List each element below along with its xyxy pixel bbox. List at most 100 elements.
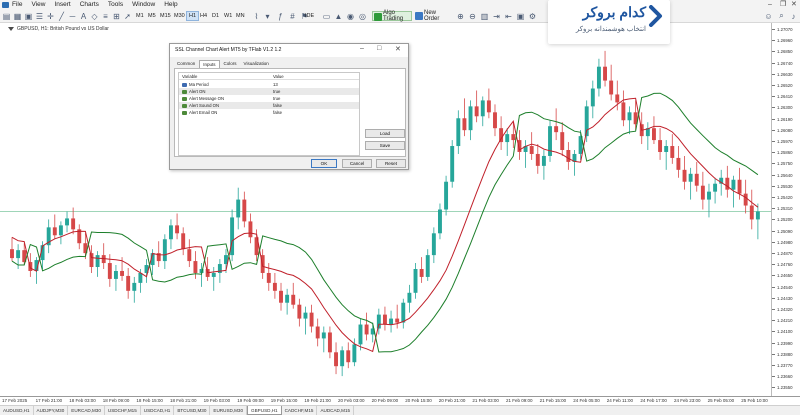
param-value[interactable]: false <box>273 102 282 109</box>
time-axis[interactable]: 17 Feb 2025 17 Feb 21:00 18 Feb 03:00 18 Fe… <box>0 396 800 405</box>
symbol-tab[interactable]: CADCHF,M15 <box>282 406 318 415</box>
strategy-tester-icon[interactable]: ▲ <box>334 11 343 21</box>
reset-button[interactable]: Reset <box>376 159 406 168</box>
properties-icon[interactable]: ⚙ <box>528 11 537 21</box>
cancel-button[interactable]: Cancel <box>342 159 372 168</box>
dialog-minimize-icon[interactable]: – <box>360 45 364 52</box>
text-tool-icon[interactable]: A <box>79 11 88 21</box>
param-row-alert-message[interactable]: Alert Message ON true <box>179 95 359 102</box>
menu-view[interactable]: View <box>31 0 45 9</box>
navigator-icon[interactable]: ☰ <box>35 11 44 21</box>
candle-body <box>419 269 424 277</box>
menu-help[interactable]: Help <box>164 0 177 9</box>
shapes-icon[interactable]: ◇ <box>90 11 99 21</box>
symbol-tab[interactable]: USDCHF,M15 <box>105 406 141 415</box>
new-chart-icon[interactable]: ▤ <box>2 11 11 21</box>
menu-window[interactable]: Window <box>132 0 155 9</box>
candle-body <box>113 270 118 279</box>
timeframe-m1[interactable]: M1 <box>134 11 146 21</box>
market-watch-icon[interactable]: ▣ <box>24 11 33 21</box>
menu-charts[interactable]: Charts <box>80 0 99 9</box>
tab-colors[interactable]: Colors <box>221 60 240 68</box>
param-value[interactable]: 13 <box>273 81 278 88</box>
inputs-panel: Variable Value Ma Period 13 Alert ON tru… <box>174 68 406 157</box>
timeframe-h4[interactable]: H4 <box>198 11 209 21</box>
candle-body <box>511 134 516 141</box>
symbol-tab[interactable]: AUDCAD,M15 <box>317 406 355 415</box>
templates-icon[interactable]: ▾ <box>263 11 272 21</box>
param-value[interactable]: true <box>273 95 280 102</box>
candle-body <box>126 275 131 291</box>
symbol-tab[interactable]: GBPUSD,H1 <box>247 406 282 415</box>
data-window-icon[interactable]: ◎ <box>358 11 367 21</box>
param-row-alert-sound[interactable]: Alert Sound ON false <box>179 102 359 109</box>
param-value[interactable]: false <box>273 109 282 116</box>
trendline-icon[interactable]: ╱ <box>57 11 66 21</box>
price-tick-label: 1.25860 <box>772 150 793 156</box>
price-axis[interactable]: 1.27070 1.26960 1.26850 1.26740 1.26630 1.265… <box>772 23 800 396</box>
indicators-icon[interactable]: ƒ <box>276 11 285 21</box>
ide-button[interactable]: IDE <box>303 11 316 21</box>
algo-trading-button[interactable]: Algo Trading <box>372 10 412 22</box>
param-row-alert-on[interactable]: Alert ON true <box>179 88 359 95</box>
algo-trading-label: Algo Trading <box>383 10 404 22</box>
timeframe-d1[interactable]: D1 <box>210 11 221 21</box>
broker-ad-banner[interactable]: کدام بروکر انتخاب هوشمندانه بروکر <box>548 0 670 44</box>
symbol-tab[interactable]: EURCAD,M30 <box>68 406 105 415</box>
crosshair-icon[interactable]: ✛ <box>46 11 55 21</box>
zoom-out-icon[interactable]: ⊖ <box>468 11 477 21</box>
menu-insert[interactable]: Insert <box>54 0 70 9</box>
menu-file[interactable]: File <box>12 0 22 9</box>
minimize-icon[interactable]: – <box>768 0 772 9</box>
symbol-tab[interactable]: AUDJPY,M30 <box>34 406 69 415</box>
symbol-tab[interactable]: EURUSD,M30 <box>210 406 248 415</box>
param-row-ma-period[interactable]: Ma Period 13 <box>179 81 359 88</box>
autoscroll-icon[interactable]: ⇥ <box>492 11 501 21</box>
dialog-titlebar[interactable]: SSL Channel Chart Alert MT5 by TFlab V1.… <box>170 44 408 57</box>
timeframe-m15[interactable]: M15 <box>158 11 173 21</box>
restore-icon[interactable]: ❐ <box>780 0 786 9</box>
objects-icon[interactable]: ⊞ <box>112 11 121 21</box>
dialog-maximize-icon[interactable]: □ <box>377 45 381 52</box>
timeframe-mn[interactable]: MN <box>234 11 247 21</box>
save-button[interactable]: Save <box>365 141 405 150</box>
symbol-tab[interactable]: USDCAD,H1 <box>141 406 175 415</box>
ok-button[interactable]: OK <box>311 159 337 168</box>
menu-tools[interactable]: Tools <box>108 0 123 9</box>
candle-body <box>364 324 369 335</box>
symbol-tab[interactable]: AUDUSD,H1 <box>0 406 34 415</box>
timeframe-w1[interactable]: W1 <box>222 11 234 21</box>
dialog-close-icon[interactable]: ✕ <box>395 45 401 53</box>
terminal-icon[interactable]: ▭ <box>322 11 331 21</box>
screenshot-icon[interactable]: ▣ <box>516 11 525 21</box>
candle-body <box>285 294 290 303</box>
profiles-icon[interactable]: ▦ <box>13 11 22 21</box>
price-tick-label: 1.24100 <box>772 329 793 335</box>
timeframe-m5[interactable]: M5 <box>146 11 158 21</box>
chart-type-icon[interactable]: ⌇ <box>252 11 261 21</box>
grid-icon[interactable]: # <box>288 11 297 21</box>
search-icon[interactable]: ⌕ <box>777 11 786 21</box>
candle-body <box>169 225 173 240</box>
symbol-tab[interactable]: BTCUSD,M30 <box>174 406 211 415</box>
fibo-icon[interactable]: ≡ <box>101 11 110 21</box>
signals-icon[interactable]: ◉ <box>346 11 355 21</box>
timeframe-m30[interactable]: M30 <box>172 11 187 21</box>
hline-icon[interactable]: ─ <box>68 11 77 21</box>
chart-shift-icon[interactable]: ⇤ <box>504 11 513 21</box>
notifications-icon[interactable]: ♪ <box>789 11 798 21</box>
tab-common[interactable]: Common <box>174 60 198 68</box>
tile-icon[interactable]: ▥ <box>480 11 489 21</box>
account-icon[interactable]: ☺ <box>764 11 773 21</box>
zoom-in-icon[interactable]: ⊕ <box>456 11 465 21</box>
load-button[interactable]: Load <box>365 129 405 138</box>
close-icon[interactable]: ✕ <box>791 0 797 9</box>
tab-inputs[interactable]: Inputs <box>199 60 220 68</box>
arrow-tool-icon[interactable]: ➚ <box>123 11 132 21</box>
param-row-alert-email[interactable]: Alert Email ON false <box>179 109 359 116</box>
new-order-button[interactable]: New Order <box>414 10 452 22</box>
param-value[interactable]: true <box>273 88 280 95</box>
candle-body <box>407 292 412 303</box>
tab-visualization[interactable]: Visualization <box>241 60 272 68</box>
candle-body <box>590 88 595 107</box>
